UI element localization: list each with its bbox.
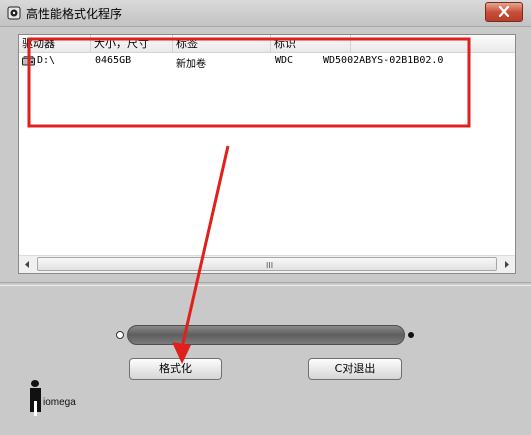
drive-list[interactable]: 驱动器 大小，尺寸 标签 标识 D:\ 0465GB 新加卷 WDC WD500… bbox=[18, 34, 516, 274]
drive-label: 新加卷 bbox=[176, 59, 206, 70]
column-header-drive[interactable]: 驱动器 bbox=[19, 35, 91, 52]
drive-vendor: WDC bbox=[275, 55, 294, 66]
close-button[interactable] bbox=[485, 2, 523, 22]
scrollbar-grip: III bbox=[266, 261, 274, 270]
column-header-size[interactable]: 大小，尺寸 bbox=[91, 35, 173, 52]
iomega-logo: iomega bbox=[30, 380, 90, 416]
scroll-left-icon[interactable] bbox=[21, 259, 33, 270]
title-bar[interactable]: 高性能格式化程序 bbox=[0, 0, 531, 27]
column-header-label[interactable]: 标签 bbox=[173, 35, 271, 52]
progress-start-dot bbox=[116, 331, 124, 339]
progress-end-dot bbox=[408, 332, 414, 338]
scrollbar-thumb[interactable]: III bbox=[37, 257, 497, 271]
format-button[interactable]: 格式化 bbox=[129, 358, 222, 380]
list-item[interactable]: D:\ 0465GB 新加卷 WDC WD5002ABYS-02B1B02.0 bbox=[19, 53, 499, 70]
drive-size: 0465GB bbox=[95, 55, 132, 66]
separator bbox=[0, 282, 531, 286]
horizontal-scrollbar[interactable]: III bbox=[19, 255, 515, 273]
drive-letter: D:\ bbox=[37, 55, 56, 66]
app-drive-icon bbox=[7, 6, 21, 20]
exit-button[interactable]: C对退出 bbox=[308, 358, 402, 380]
drive-model: WD5002ABYS-02B1B02.0 bbox=[323, 55, 444, 66]
close-icon bbox=[498, 6, 510, 17]
logo-i-mark bbox=[30, 388, 41, 416]
window-title: 高性能格式化程序 bbox=[26, 7, 123, 21]
logo-text: iomega bbox=[43, 397, 76, 408]
format-window: 高性能格式化程序 驱动器 大小，尺寸 标签 标识 D:\ 0465GB 新加卷 … bbox=[0, 0, 531, 435]
logo-dot bbox=[31, 380, 39, 387]
column-header-id[interactable]: 标识 bbox=[271, 35, 351, 52]
progress-bar bbox=[127, 325, 405, 345]
list-header: 驱动器 大小，尺寸 标签 标识 bbox=[19, 35, 515, 53]
scroll-right-icon[interactable] bbox=[501, 259, 513, 270]
hard-drive-icon bbox=[22, 56, 35, 66]
